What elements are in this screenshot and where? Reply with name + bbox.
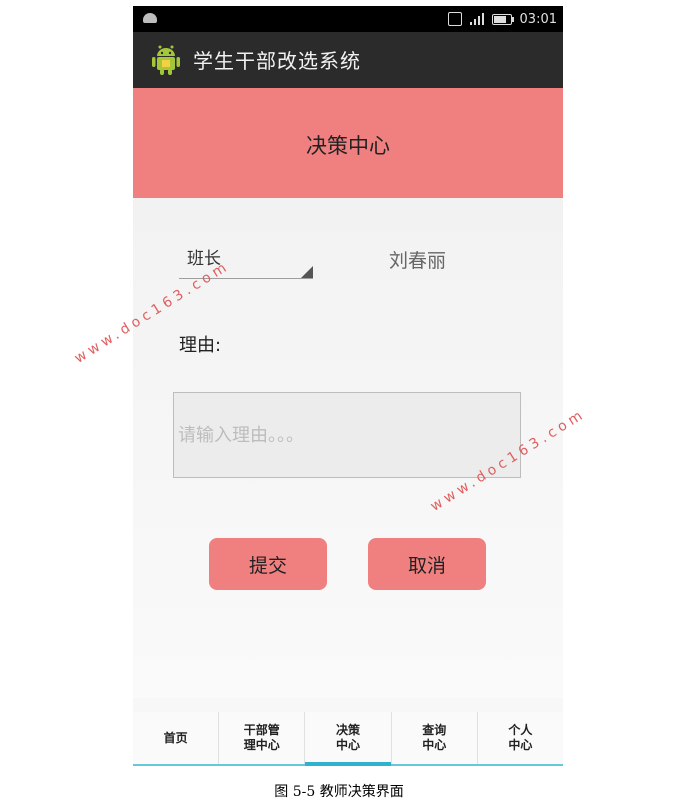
nav-item-label: 个人 中心 xyxy=(508,723,533,752)
nav-item-home[interactable]: 首页 xyxy=(133,712,218,764)
phone-screen: 03:01 学生干部改选系统 决策中心 班长 刘春丽 理由: 提交 取 xyxy=(133,6,563,766)
action-bar: 学生干部改选系统 xyxy=(133,32,563,88)
status-time: 03:01 xyxy=(519,11,557,27)
header-panel: 决策中心 xyxy=(133,88,563,198)
signal-icon xyxy=(469,13,484,25)
android-app-icon xyxy=(152,45,180,75)
decision-form: 班长 刘春丽 理由: 提交 取消 xyxy=(133,198,563,698)
android-notification-icon xyxy=(143,13,157,23)
bottom-nav: 首页 干部管 理中心 决策 中心 查询 中心 个人 中心 xyxy=(133,712,563,766)
app-title: 学生干部改选系统 xyxy=(193,49,361,73)
figure-caption: 图 5-5 教师决策界面 xyxy=(274,784,404,800)
nav-item-decision-center[interactable]: 决策 中心 xyxy=(304,712,391,766)
candidate-name: 刘春丽 xyxy=(389,250,447,272)
reason-input[interactable] xyxy=(173,392,521,478)
nav-item-personal-center[interactable]: 个人 中心 xyxy=(476,712,563,764)
reason-label: 理由: xyxy=(179,335,222,356)
page-title: 决策中心 xyxy=(306,134,390,158)
dropdown-triangle-icon xyxy=(301,266,313,278)
battery-icon xyxy=(491,13,514,25)
nav-item-label: 干部管 理中心 xyxy=(243,723,280,752)
nav-item-label: 首页 xyxy=(163,730,188,745)
nav-item-query-center[interactable]: 查询 中心 xyxy=(390,712,477,764)
cancel-button[interactable]: 取消 xyxy=(368,538,486,590)
vibrate-icon xyxy=(447,12,462,26)
status-bar: 03:01 xyxy=(133,6,563,32)
submit-button[interactable]: 提交 xyxy=(209,538,327,590)
status-icons: 03:01 xyxy=(447,10,557,28)
nav-item-label: 决策 中心 xyxy=(336,723,361,752)
nav-item-label: 查询 中心 xyxy=(422,723,447,752)
nav-item-cadre-management[interactable]: 干部管 理中心 xyxy=(218,712,304,764)
